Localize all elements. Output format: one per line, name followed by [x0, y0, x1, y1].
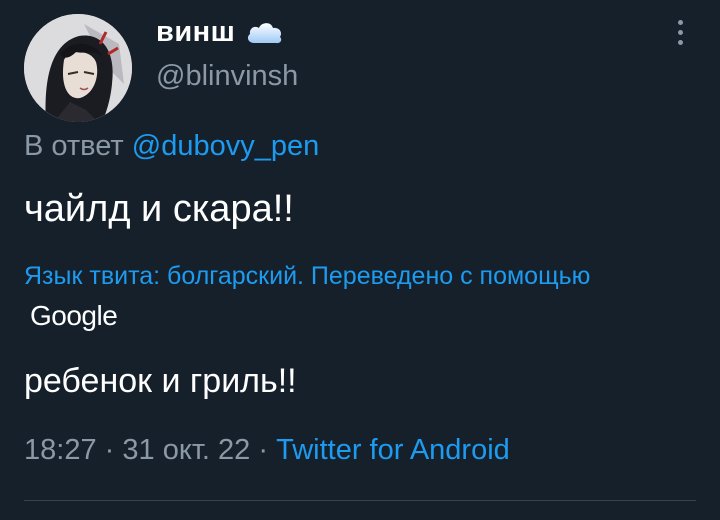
tweet-detail: винш @blinvinsh В ответ @dubovy_pen чайл…: [0, 0, 720, 520]
more-options-button[interactable]: [668, 14, 692, 50]
tweet-date[interactable]: 31 окт. 22: [122, 434, 250, 466]
translation-note[interactable]: Язык твита: болгарский. Переведено с пом…: [24, 256, 624, 337]
tweet-source-link[interactable]: Twitter for Android: [276, 434, 510, 466]
avatar-image: [24, 14, 132, 122]
reply-mention-link[interactable]: @dubovy_pen: [132, 130, 319, 162]
tweet-time[interactable]: 18:27: [24, 434, 97, 466]
divider: [24, 500, 696, 501]
google-logo: Google: [30, 300, 118, 331]
more-dot-icon: [677, 29, 683, 35]
author-name-row: винш: [156, 14, 285, 50]
tweet-meta: 18:27 · 31 окт. 22 · Twitter for Android: [24, 434, 510, 467]
translated-text: ребенок и гриль!!: [24, 362, 297, 400]
reply-prefix: В ответ: [24, 130, 124, 162]
more-dot-icon: [677, 19, 683, 25]
translation-note-text: Язык твита: болгарский. Переведено с пом…: [24, 262, 591, 290]
meta-separator: ·: [104, 434, 115, 466]
meta-separator: ·: [258, 434, 269, 466]
tweet-text: чайлд и скара!!: [24, 188, 294, 230]
display-name[interactable]: винш: [156, 16, 235, 49]
more-dot-icon: [677, 39, 683, 45]
cloud-icon: [245, 19, 285, 45]
author-handle[interactable]: @blinvinsh: [156, 60, 298, 93]
avatar[interactable]: [24, 14, 132, 122]
reply-context: В ответ @dubovy_pen: [24, 130, 319, 163]
